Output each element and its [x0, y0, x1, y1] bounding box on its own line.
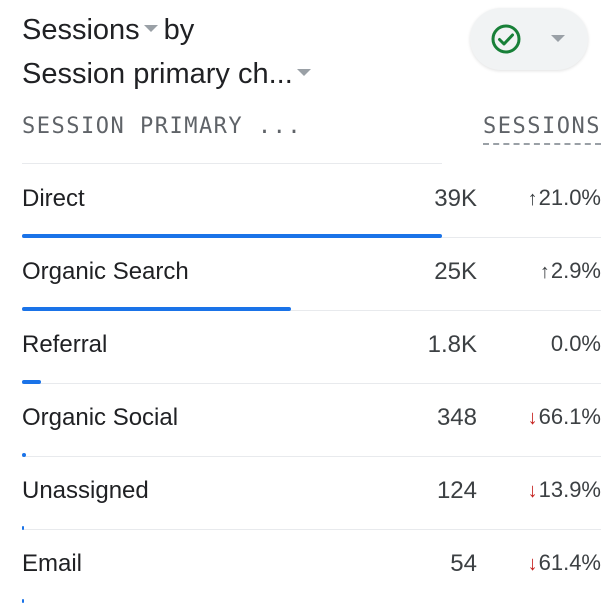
change-percent: 66.1%	[538, 404, 601, 429]
table-row[interactable]: Unassigned 124 ↓13.9%	[22, 457, 601, 530]
channel-sessions-value: 39K	[434, 185, 477, 212]
channel-name: Direct	[22, 185, 85, 212]
check-circle-icon	[491, 24, 521, 54]
channel-sessions-value: 25K	[434, 258, 477, 285]
dimension-selector[interactable]: Session primary ch...	[22, 58, 317, 90]
channel-name: Organic Search	[22, 258, 189, 285]
channel-change-value: ↓66.1%	[528, 404, 601, 430]
change-percent: 13.9%	[538, 477, 601, 502]
arrow-down-icon: ↓	[527, 553, 538, 575]
channel-change-value: ↑2.9%	[540, 258, 601, 284]
sessions-share-bar-fill	[22, 599, 24, 603]
channel-sessions-value: 54	[450, 550, 477, 577]
change-percent: 61.4%	[538, 550, 601, 575]
channel-sessions-value: 124	[436, 477, 477, 504]
table-row[interactable]: Referral 1.8K 0.0%	[22, 311, 601, 384]
metric-selector[interactable]: Sessions	[22, 14, 164, 46]
channel-name: Email	[22, 550, 83, 577]
column-header-sessions[interactable]: SESSIONS	[483, 114, 601, 145]
arrow-up-icon: ↑	[527, 188, 538, 210]
dimension-dropdown-caret-icon[interactable]	[296, 68, 311, 76]
sessions-share-bar	[22, 599, 442, 603]
channel-sessions-value: 1.8K	[427, 331, 477, 358]
channel-table-body: Direct 39K ↑21.0% Organic Search 25K ↑2.9% Ref…	[0, 165, 613, 603]
header-divider	[22, 163, 442, 164]
channel-change-value: ↑21.0%	[528, 185, 601, 211]
column-header-dimension[interactable]: SESSION PRIMARY ...	[22, 114, 302, 139]
arrow-up-icon: ↑	[539, 261, 550, 283]
sessions-by-channel-card: Sessions by Session primary ch... SESSION…	[0, 0, 613, 603]
change-percent: 21.0%	[538, 185, 601, 210]
channel-name: Organic Social	[22, 404, 179, 431]
channel-change-value: ↓13.9%	[528, 477, 601, 503]
table-row[interactable]: Organic Search 25K ↑2.9%	[22, 238, 601, 311]
channel-change-value: 0.0%	[551, 331, 601, 357]
table-row[interactable]: Organic Social 348 ↓66.1%	[22, 384, 601, 457]
table-row[interactable]: Direct 39K ↑21.0%	[22, 165, 601, 238]
channel-name: Unassigned	[22, 477, 149, 504]
status-dropdown-caret-icon[interactable]	[551, 35, 565, 42]
change-percent: 2.9%	[550, 258, 601, 283]
card-title-metric-line: Sessions by	[22, 12, 194, 48]
dimension-label: Session primary ch...	[22, 58, 293, 90]
arrow-down-icon: ↓	[527, 480, 538, 502]
table-row[interactable]: Email 54 ↓61.4%	[22, 530, 601, 603]
card-title-dimension-line: Session primary ch...	[22, 56, 317, 92]
change-percent: 0.0%	[550, 331, 601, 356]
metric-dropdown-caret-icon[interactable]	[143, 24, 158, 32]
channel-sessions-value: 348	[436, 404, 477, 431]
channel-name: Referral	[22, 331, 108, 358]
metric-label: Sessions	[22, 14, 140, 46]
comparison-status-button[interactable]	[470, 8, 588, 70]
by-label: by	[163, 14, 195, 46]
arrow-down-icon: ↓	[527, 407, 538, 429]
channel-change-value: ↓61.4%	[528, 550, 601, 576]
